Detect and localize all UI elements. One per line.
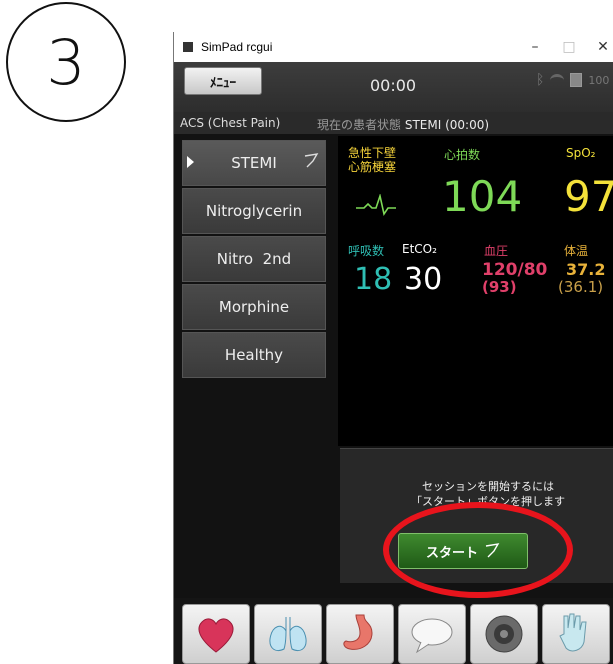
- rhythm-label-line2: 心筋梗塞: [348, 160, 397, 174]
- simpad-window: SimPad rcgui – □ ✕ ﾒﾆｭｰ 00:00 ᛒ 100 ACS …: [173, 32, 613, 664]
- temp-label: 体温: [564, 244, 589, 258]
- speech-button[interactable]: [398, 604, 466, 664]
- rr-label: 呼吸数: [348, 244, 385, 258]
- menu-button[interactable]: ﾒﾆｭｰ: [184, 67, 262, 95]
- scenario-info-bar: ACS (Chest Pain) 現在の患者状態 STEMI (00:00): [174, 112, 613, 134]
- battery-icon: [570, 73, 583, 87]
- bp-label: 血圧: [484, 244, 509, 258]
- title-bar: SimPad rcgui – □ ✕: [174, 32, 613, 62]
- bp-mean: (93): [482, 278, 517, 296]
- sidebar-item-label: Nitroglycerin: [205, 202, 303, 220]
- rhythm-label: 急性下壁 心筋梗塞: [348, 146, 396, 174]
- start-button-label: スタート: [425, 545, 478, 561]
- sidebar-item-stemi[interactable]: STEMI: [182, 140, 326, 186]
- sidebar-item-label: Healthy: [224, 346, 284, 364]
- speaker-icon: [485, 615, 523, 653]
- ecg-waveform-icon: [356, 194, 396, 216]
- sidebar-item-nitroglycerin[interactable]: Nitroglycerin: [182, 188, 326, 234]
- step-number-badge: 3: [6, 2, 126, 122]
- glove-button[interactable]: [542, 604, 610, 664]
- patient-state: 現在の患者状態 STEMI (00:00): [317, 116, 489, 133]
- flag-icon: [485, 543, 500, 558]
- sidebar-item-label: STEMI: [231, 154, 277, 172]
- start-message: セッションを開始するには 「スタート」ボタンを押します: [368, 479, 608, 509]
- scenario-name: ACS (Chest Pain): [180, 116, 281, 130]
- patient-state-label: 現在の患者状態: [317, 118, 402, 132]
- sidebar-item-label: Nitro 2nd: [216, 250, 292, 268]
- temp-value: 37.2: [566, 260, 606, 279]
- glove-icon: [559, 613, 587, 652]
- etco2-value: 30: [404, 262, 443, 297]
- rr-value: 18: [354, 262, 393, 297]
- sound-button[interactable]: [470, 604, 538, 664]
- rhythm-label-line1: 急性下壁: [348, 146, 397, 160]
- app-icon: [183, 42, 193, 52]
- hr-value: 104: [442, 172, 523, 221]
- bp-value: 120/80: [482, 260, 548, 280]
- wifi-icon: [550, 73, 565, 87]
- lungs-button[interactable]: [254, 604, 322, 664]
- session-clock: 00:00: [370, 76, 417, 95]
- bluetooth-icon: ᛒ: [536, 72, 545, 88]
- state-sidebar: STEMI Nitroglycerin Nitro 2nd Morphine H…: [182, 140, 326, 380]
- start-message-line1: セッションを開始するには: [422, 480, 554, 493]
- start-button[interactable]: スタート: [398, 533, 528, 569]
- heart-button[interactable]: [182, 604, 250, 664]
- maximize-button[interactable]: □: [552, 39, 586, 55]
- window-title: SimPad rcgui: [201, 40, 273, 54]
- patient-state-value: STEMI (00:00): [404, 118, 490, 132]
- hr-label: 心拍数: [444, 148, 481, 162]
- spo2-value: 97: [564, 172, 613, 221]
- abdomen-button[interactable]: [326, 604, 394, 664]
- selected-arrow-icon: [187, 156, 194, 168]
- spo2-label: SpO₂: [566, 146, 596, 160]
- vital-signs-monitor: 急性下壁 心筋梗塞 心拍数 104 SpO₂ 97 呼吸数 18 EtCO₂ 3…: [338, 136, 613, 446]
- start-panel: セッションを開始するには 「スタート」ボタンを押します スタート: [340, 448, 613, 583]
- sidebar-item-morphine[interactable]: Morphine: [182, 284, 326, 330]
- speech-bubble-icon: [411, 618, 453, 654]
- battery-level: 100: [588, 73, 610, 87]
- temp-secondary: (36.1): [558, 278, 604, 296]
- heart-icon: [198, 618, 234, 653]
- assessment-toolbar: [174, 598, 613, 664]
- status-icons: ᛒ 100: [536, 72, 609, 88]
- sidebar-item-healthy[interactable]: Healthy: [182, 332, 326, 378]
- flag-icon: [304, 153, 319, 168]
- sidebar-item-label: Morphine: [218, 298, 290, 316]
- window-controls: – □ ✕: [518, 32, 613, 62]
- stomach-icon: [343, 614, 373, 650]
- start-message-line2: 「スタート」ボタンを押します: [411, 495, 565, 508]
- close-button[interactable]: ✕: [586, 39, 613, 55]
- lungs-icon: [269, 617, 307, 652]
- etco2-label: EtCO₂: [402, 242, 437, 256]
- minimize-button[interactable]: –: [518, 39, 552, 55]
- sidebar-item-nitro-2nd[interactable]: Nitro 2nd: [182, 236, 326, 282]
